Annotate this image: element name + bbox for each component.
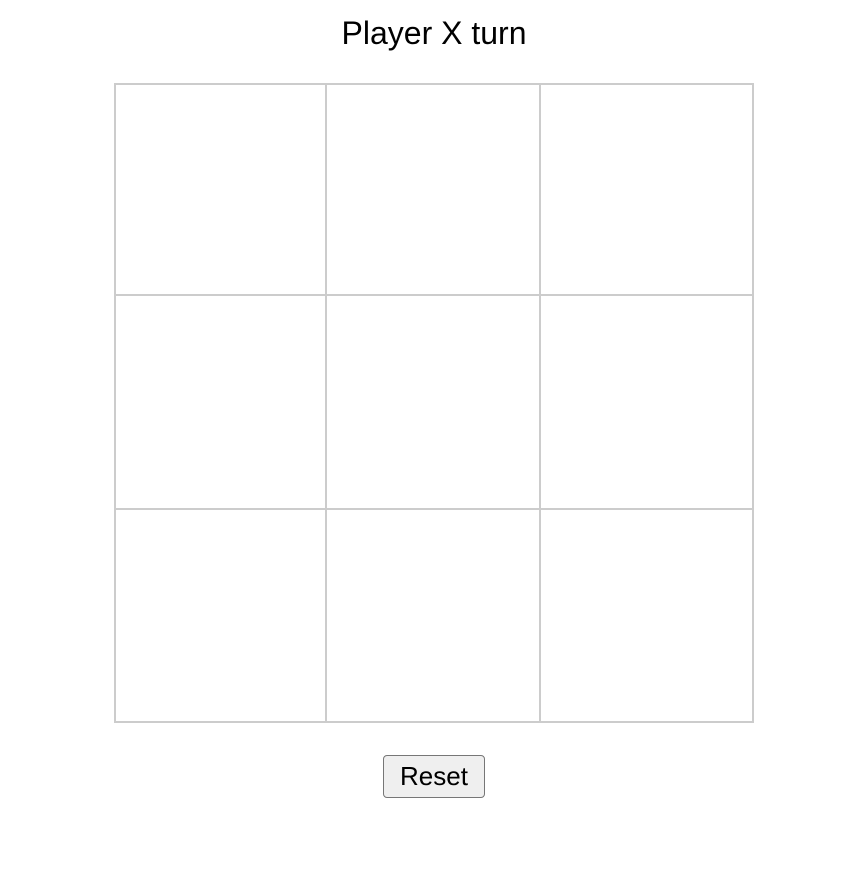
board-cell-8[interactable] [326,509,540,723]
board-cell-6[interactable] [540,295,754,509]
reset-button[interactable]: Reset [383,755,485,798]
board-cell-7[interactable] [114,509,326,723]
board-cell-2[interactable] [326,83,540,295]
board-cell-4[interactable] [114,295,326,509]
board-cell-3[interactable] [540,83,754,295]
board-cell-5[interactable] [326,295,540,509]
board-cell-1[interactable] [114,83,326,295]
turn-status: Player X turn [341,15,527,51]
game-board [114,83,754,723]
board-cell-9[interactable] [540,509,754,723]
